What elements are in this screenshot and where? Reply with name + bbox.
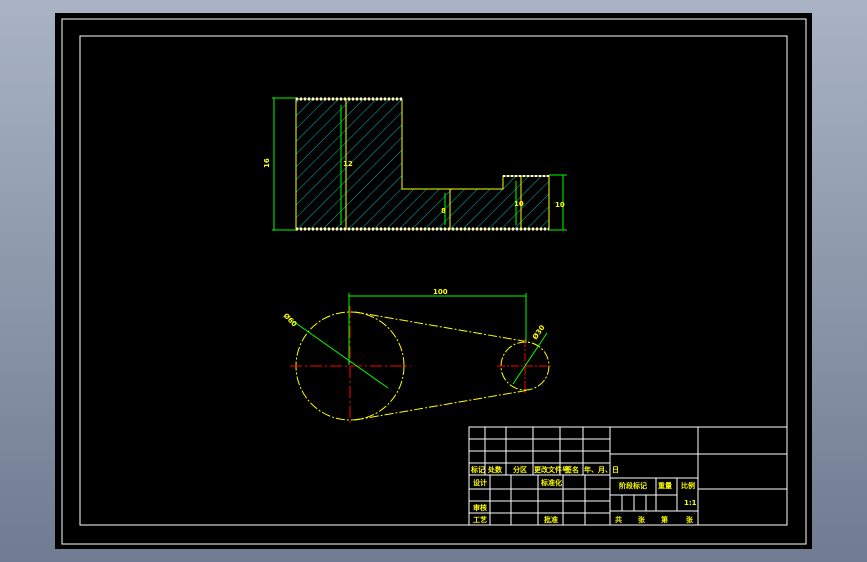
- dim-slot-height: 10: [514, 200, 524, 208]
- title-block: [468, 426, 788, 526]
- tb-date: 年、月、日: [584, 465, 619, 474]
- belt-bottom: [354, 389, 530, 421]
- dim-small-diameter: Ø30: [531, 324, 547, 342]
- cad-drawing: 16 12 8 10 10 100 Ø60 Ø30 标记 处数 分区 更改文件号…: [61, 18, 807, 545]
- outer-frame: [61, 18, 807, 545]
- tb-approve: 批准: [544, 515, 558, 524]
- tb-sheets-total: 共: [615, 515, 622, 524]
- drawing-canvas[interactable]: 16 12 8 10 10 100 Ø60 Ø30 标记 处数 分区 更改文件号…: [55, 13, 812, 549]
- tb-stage-mark: 阶段标记: [619, 481, 647, 490]
- dim-right-height: 10: [555, 201, 565, 209]
- tb-sheets-unit1: 张: [638, 515, 646, 524]
- dim-step-height: 8: [441, 207, 446, 215]
- tb-mark: 标记: [470, 465, 485, 474]
- belt-top: [354, 311, 530, 343]
- tb-review: 审核: [473, 503, 487, 512]
- tb-weight: 重量: [658, 481, 672, 490]
- tb-standardization: 标准化: [540, 478, 562, 487]
- dim-large-diameter: Ø60: [282, 312, 299, 329]
- tb-change-doc: 更改文件号: [534, 465, 569, 474]
- pulley-dimensions: [289, 293, 548, 389]
- dim-left-height: 16: [263, 158, 271, 168]
- pulley-view: [290, 306, 553, 425]
- tb-sheet-no: 第: [661, 515, 668, 524]
- tb-sheets-unit2: 张: [686, 515, 694, 524]
- tb-design: 设计: [473, 478, 487, 487]
- tb-zone: 分区: [513, 465, 527, 474]
- tb-scale-value: 1:1: [684, 499, 697, 507]
- dim-center-distance: 100: [433, 288, 448, 296]
- tb-sign: 签名: [564, 465, 579, 474]
- tb-count: 处数: [487, 465, 503, 474]
- inner-frame: [79, 35, 788, 526]
- section-view: [295, 97, 550, 231]
- tb-scale: 比例: [681, 481, 695, 490]
- dim-inner-height: 12: [343, 160, 353, 168]
- tb-process: 工艺: [473, 515, 487, 524]
